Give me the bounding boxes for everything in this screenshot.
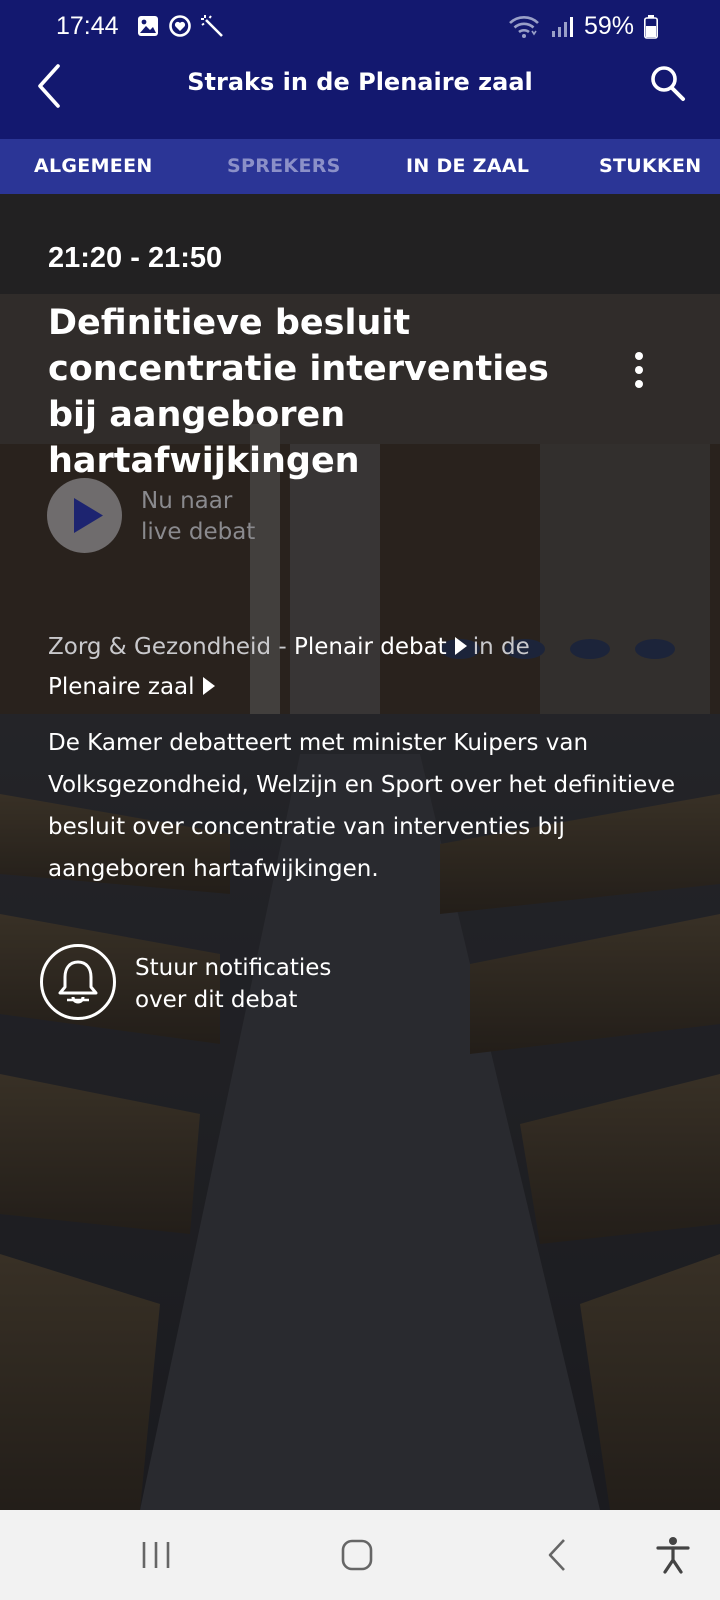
live-debate-label[interactable]: Nu naar live debat bbox=[141, 486, 321, 548]
status-time: 17:44 bbox=[56, 12, 119, 40]
gallery-icon bbox=[138, 16, 158, 36]
tab-bar: ALGEMEEN SPREKERS IN DE ZAAL STUKKEN bbox=[0, 139, 720, 194]
accessibility-icon[interactable] bbox=[652, 1534, 694, 1576]
status-right: 59% bbox=[508, 12, 658, 41]
debate-description: De Kamer debatteert met minister Kuipers… bbox=[48, 730, 676, 882]
live-debate-label-line1: Nu naar bbox=[141, 488, 233, 514]
debate-type-link[interactable]: Plenair debat bbox=[294, 634, 473, 660]
triangle-right-icon bbox=[202, 677, 215, 695]
debate-type-link-label: Plenair debat bbox=[293, 634, 447, 660]
home-icon[interactable] bbox=[336, 1534, 378, 1576]
debate-title: Definitieve besluit concentratie interve… bbox=[48, 303, 549, 481]
notification-label[interactable]: Stuur notificaties over dit debat bbox=[135, 952, 415, 1016]
system-nav-bar bbox=[0, 1510, 720, 1600]
tab-sprekers[interactable]: SPREKERS bbox=[227, 155, 341, 177]
app-bar: Straks in de Plenaire zaal bbox=[0, 52, 720, 139]
debate-meta: Zorg & Gezondheid - Plenair debat in de P… bbox=[48, 627, 668, 707]
debate-time: 21:20 - 21:50 bbox=[48, 242, 223, 274]
tab-algemeen[interactable]: ALGEMEEN bbox=[34, 155, 153, 177]
search-icon[interactable] bbox=[646, 62, 690, 106]
top-bar: 17:44 59% Straks in de Plenaire zaal bbox=[0, 0, 720, 139]
signal-icon bbox=[551, 16, 573, 37]
triangle-right-icon bbox=[454, 637, 467, 655]
tab-stukken[interactable]: STUKKEN bbox=[599, 155, 702, 177]
live-debate-label-line2: live debat bbox=[141, 519, 256, 545]
bell-icon bbox=[58, 960, 98, 1004]
page-title: Straks in de Plenaire zaal bbox=[187, 68, 533, 96]
play-icon bbox=[74, 498, 103, 533]
notification-label-line1: Stuur notificaties bbox=[135, 955, 332, 981]
tab-in-de-zaal[interactable]: IN DE ZAAL bbox=[406, 155, 529, 177]
location-link-label: Plenaire zaal bbox=[48, 674, 195, 700]
magic-wand-icon bbox=[201, 15, 223, 37]
battery-icon bbox=[644, 14, 658, 39]
meta-connector: in de bbox=[472, 634, 530, 660]
location-link[interactable]: Plenaire zaal bbox=[48, 674, 221, 700]
wifi-icon bbox=[509, 15, 539, 38]
heart-sync-icon bbox=[169, 15, 191, 37]
recents-icon[interactable] bbox=[138, 1534, 174, 1576]
more-options-icon[interactable] bbox=[626, 350, 652, 390]
topic-label: Zorg & Gezondheid bbox=[48, 634, 272, 660]
nav-back-icon[interactable] bbox=[540, 1534, 576, 1576]
meta-separator: - bbox=[271, 634, 294, 660]
notification-bell-button[interactable] bbox=[40, 944, 116, 1020]
notification-label-line2: over dit debat bbox=[135, 987, 298, 1013]
status-notification-icons bbox=[136, 14, 226, 40]
status-bar: 17:44 59% bbox=[0, 0, 720, 52]
battery-percent: 59% bbox=[583, 12, 634, 40]
live-debate-play-button[interactable] bbox=[47, 478, 122, 553]
